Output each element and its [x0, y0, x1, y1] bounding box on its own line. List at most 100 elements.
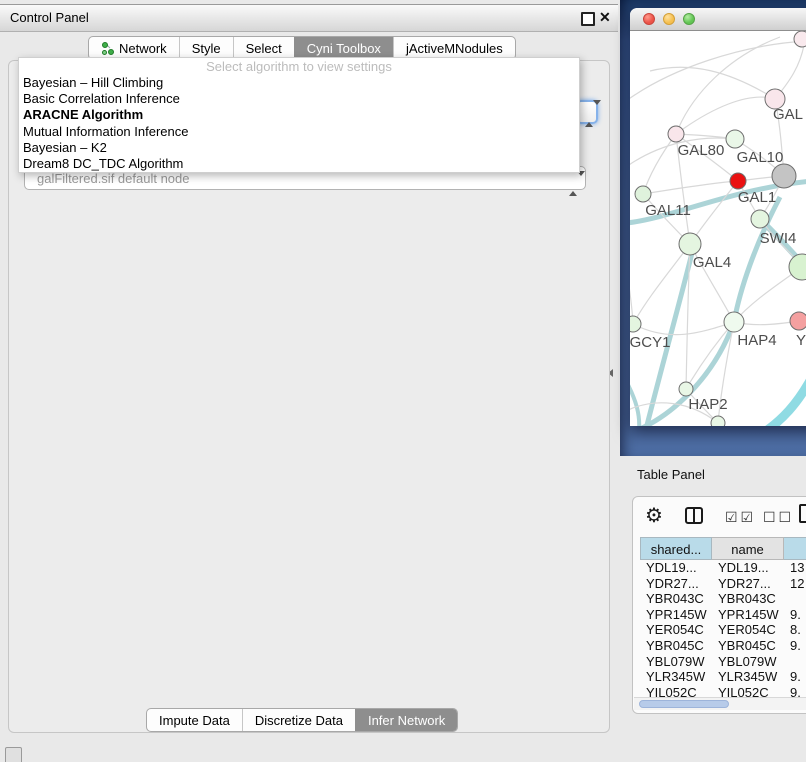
table-cell: 9.	[790, 685, 801, 698]
network-node[interactable]	[726, 130, 744, 148]
table-cell: YBL079W	[718, 654, 777, 669]
tab-infer-network[interactable]: Infer Network	[355, 709, 457, 731]
network-node[interactable]	[679, 382, 693, 396]
algorithm-option[interactable]: Dream8 DC_TDC Algorithm	[21, 156, 577, 172]
table-cell: YPR145W	[718, 607, 779, 622]
algorithm-option[interactable]: ARACNE Algorithm	[21, 107, 577, 123]
network-node[interactable]	[668, 126, 684, 142]
tab-label: jActiveMNodules	[406, 41, 503, 56]
table-cell: YLR345W	[718, 669, 777, 684]
network-edge	[676, 37, 780, 134]
node-label: GCY1	[630, 334, 670, 351]
table-cell: YDR27...	[718, 576, 771, 591]
tab-impute-data[interactable]: Impute Data	[147, 709, 242, 731]
tab-label: Impute Data	[159, 713, 230, 728]
tab-select[interactable]: Select	[233, 37, 294, 59]
tab-label: Style	[192, 41, 221, 56]
network-node[interactable]	[730, 173, 746, 189]
table-row[interactable]: YBL079W YBL079W	[640, 654, 806, 670]
table-header-cell[interactable]: shared...	[640, 537, 712, 560]
control-panel-titlebar: Control Panel ✕	[0, 4, 618, 32]
node-label: GAL1	[738, 189, 776, 206]
table-row[interactable]: YIL052CYIL052C9.	[640, 685, 806, 698]
network-node[interactable]	[794, 31, 806, 47]
gear-icon[interactable]: ⚙	[645, 503, 663, 528]
network-node[interactable]	[679, 233, 701, 255]
network-edge	[630, 266, 633, 324]
bottom-tabbar: Impute Data Discretize Data Infer Networ…	[146, 708, 458, 732]
table-rows: YDL19...YDL19...13YDR27...YDR27...12YBR0…	[640, 560, 806, 698]
network-window-titlebar[interactable]	[630, 8, 806, 31]
close-window-icon[interactable]	[643, 13, 655, 25]
stepper-icon	[585, 105, 593, 119]
table-header-cell[interactable]	[784, 537, 806, 560]
table-row[interactable]: YDL19...YDL19...13	[640, 560, 806, 576]
table-cell: YLR345W	[646, 669, 705, 684]
network-node[interactable]	[635, 186, 651, 202]
table-row[interactable]: YLR345WYLR345W9.	[640, 669, 806, 685]
panel-grip-button[interactable]	[5, 747, 22, 762]
network-node[interactable]	[772, 164, 796, 188]
tab-jactivemnodules[interactable]: jActiveMNodules	[393, 37, 515, 59]
node-label: HAP4	[737, 332, 776, 349]
deselect-all-checkboxes-icon[interactable]: ☐☐	[763, 509, 794, 526]
network-node[interactable]	[711, 416, 725, 426]
network-window[interactable]: GALGAL80GAL10GAL1GAL11SWI4GAL4GCY1HAP4YH…	[630, 8, 806, 426]
document-icon[interactable]	[799, 504, 806, 523]
network-canvas[interactable]: GALGAL80GAL10GAL1GAL11SWI4GAL4GCY1HAP4YH…	[630, 31, 806, 426]
node-label: GAL	[773, 106, 803, 123]
network-node[interactable]	[751, 210, 769, 228]
table-cell: 13	[790, 560, 804, 575]
node-label: GAL11	[645, 202, 691, 219]
table-row[interactable]: YPR145WYPR145W9.	[640, 607, 806, 623]
scrollbar-thumb[interactable]	[639, 700, 729, 708]
network-edge	[633, 244, 690, 324]
network-edge	[760, 377, 806, 426]
node-label: GAL4	[693, 254, 731, 271]
algorithm-option[interactable]: Bayesian – Hill Climbing	[21, 75, 577, 91]
tab-label: Cyni Toolbox	[307, 41, 381, 56]
table-cell: YDL19...	[646, 560, 697, 575]
algorithm-option-list: Bayesian – Hill ClimbingBasic Correlatio…	[21, 75, 577, 172]
tab-network[interactable]: Network	[89, 37, 179, 59]
zoom-window-icon[interactable]	[683, 13, 695, 25]
screen: Control Panel ✕ Network Style Select Cyn…	[0, 0, 806, 762]
split-columns-icon[interactable]	[685, 507, 703, 524]
table-horizontal-scrollbar[interactable]	[634, 697, 806, 710]
table-row[interactable]: YBR043CYBR043C	[640, 591, 806, 607]
table-row[interactable]: YBR045CYBR045C9.	[640, 638, 806, 654]
table-cell: YBL079W	[646, 654, 705, 669]
control-panel-title: Control Panel	[10, 10, 89, 25]
tab-cyni-toolbox[interactable]: Cyni Toolbox	[294, 37, 393, 59]
algorithm-option[interactable]: Basic Correlation Inference	[21, 91, 577, 107]
table-panel: ⚙ ☑☑ ☐☐ shared...name YDL19...YDL19...13…	[632, 496, 806, 714]
algorithm-option[interactable]: Bayesian – K2	[21, 140, 577, 156]
minimize-window-icon[interactable]	[663, 13, 675, 25]
network-node[interactable]	[789, 254, 806, 280]
table-panel-title: Table Panel	[620, 461, 806, 488]
float-window-icon[interactable]	[581, 12, 595, 26]
dropdown-placeholder: Select algorithm to view settings	[19, 59, 579, 74]
network-node[interactable]	[790, 312, 806, 330]
table-row[interactable]: YDR27... YDR27... 12	[640, 576, 806, 592]
algorithm-option[interactable]: Mutual Information Inference	[21, 124, 577, 140]
network-edge	[643, 134, 676, 194]
tab-label: Discretize Data	[255, 713, 343, 728]
tab-style[interactable]: Style	[179, 37, 233, 59]
table-cell: 12	[790, 576, 804, 591]
algorithm-dropdown: Select algorithm to view settings Bayesi…	[18, 57, 580, 173]
tab-discretize-data[interactable]: Discretize Data	[242, 709, 355, 731]
network-graph: GALGAL80GAL10GAL1GAL11SWI4GAL4GCY1HAP4YH…	[630, 31, 806, 426]
close-icon[interactable]: ✕	[599, 9, 611, 26]
network-node[interactable]	[630, 316, 641, 332]
network-select-value: galFiltered.sif default node	[37, 171, 189, 186]
table-cell: YBR045C	[718, 638, 776, 653]
network-node[interactable]	[724, 312, 744, 332]
table-cell: YBR043C	[646, 591, 704, 606]
tab-label: Select	[246, 41, 282, 56]
select-all-checkboxes-icon[interactable]: ☑☑	[725, 509, 756, 526]
table-cell: YDR27...	[646, 576, 699, 591]
table-row[interactable]: YER054CYER054C8.	[640, 622, 806, 638]
table-cell: 9.	[790, 638, 801, 653]
table-header-cell[interactable]: name	[712, 537, 784, 560]
